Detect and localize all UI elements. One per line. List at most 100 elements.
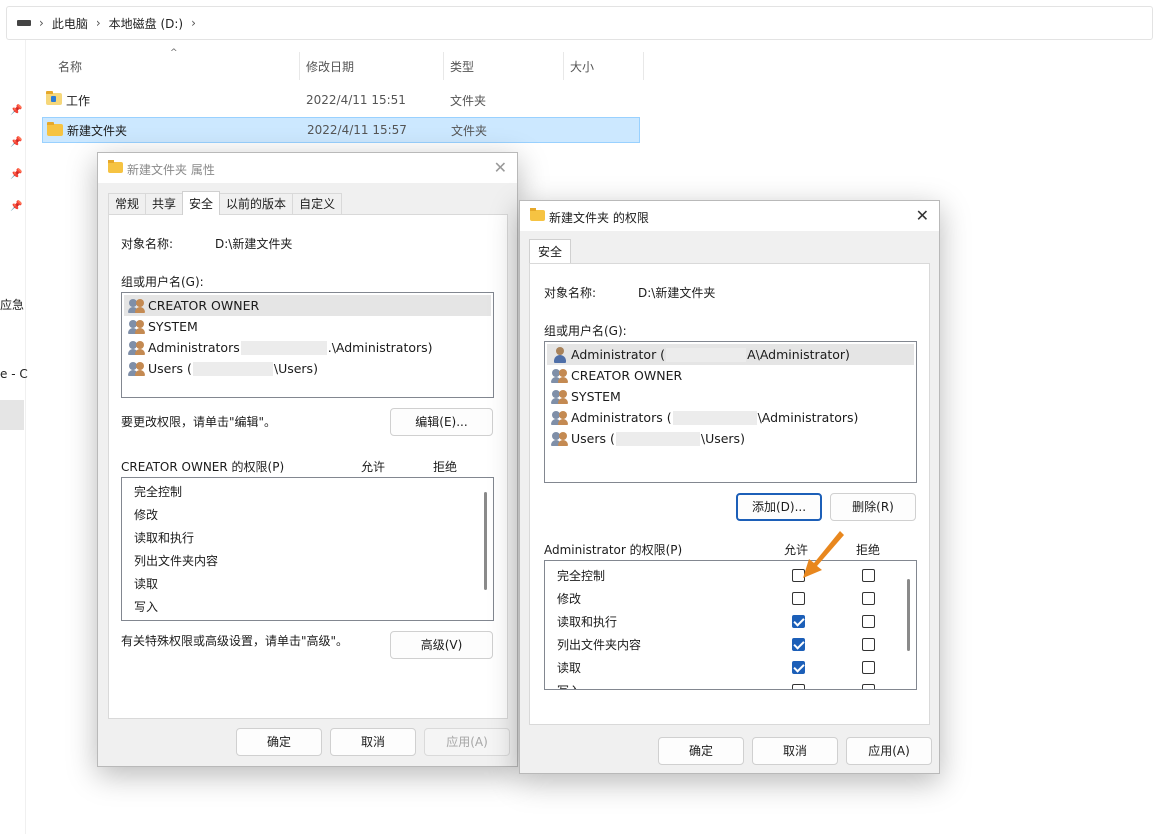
allow-checkbox-checked[interactable] xyxy=(792,615,805,628)
permission-name: 读取和执行 xyxy=(557,615,618,629)
file-row[interactable]: 工作 2022/4/11 15:51 文件夹 xyxy=(42,87,640,113)
edit-hint: 要更改权限，请单击"编辑"。 xyxy=(121,415,277,429)
permission-name: 完全控制 xyxy=(557,569,606,583)
file-type: 文件夹 xyxy=(450,93,487,108)
column-header-size[interactable]: 大小 xyxy=(562,52,644,80)
allow-checkbox[interactable] xyxy=(792,592,805,605)
pin-icon: 📌 xyxy=(10,169,23,180)
pin-icon: 📌 xyxy=(10,137,23,148)
user-name: CREATOR OWNER xyxy=(571,368,683,383)
permissions-label: Administrator 的权限(P) xyxy=(544,543,683,557)
properties-titlebar[interactable]: 新建文件夹 属性 ✕ xyxy=(98,153,517,183)
folder-icon xyxy=(108,160,123,173)
close-icon[interactable]: ✕ xyxy=(916,206,929,225)
close-icon[interactable]: ✕ xyxy=(494,158,507,177)
user-name: CREATOR OWNER xyxy=(148,298,260,313)
tab-customize[interactable]: 自定义 xyxy=(292,193,343,215)
object-name-label: 对象名称: xyxy=(544,286,597,300)
deny-checkbox[interactable] xyxy=(862,638,875,651)
ok-button[interactable]: 确定 xyxy=(658,737,744,765)
list-item[interactable]: Administrators ( \Administrators) xyxy=(547,407,914,428)
advanced-hint: 有关特殊权限或高级设置，请单击"高级"。 xyxy=(121,634,349,648)
permissions-list[interactable]: 完全控制 修改 读取和执行 列出文件夹内容 读取 写入 xyxy=(121,477,494,621)
tab-general[interactable]: 常规 xyxy=(108,193,147,215)
nav-item-fragment[interactable]: e - C xyxy=(0,367,28,381)
apply-button[interactable]: 应用(A) xyxy=(846,737,932,765)
list-item[interactable]: SYSTEM xyxy=(547,386,914,407)
column-header-name[interactable]: 名称 xyxy=(50,52,300,80)
user-name: SYSTEM xyxy=(571,389,621,404)
remove-button[interactable]: 删除(R) xyxy=(830,493,916,521)
annotation-arrow-icon xyxy=(803,531,844,578)
properties-dialog: 新建文件夹 属性 ✕ 常规 共享 安全 以前的版本 自定义 对象名称: D:\新… xyxy=(97,152,518,767)
permissions-titlebar[interactable]: 新建文件夹 的权限 ✕ xyxy=(520,201,939,231)
file-row-selected[interactable]: 新建文件夹 2022/4/11 15:57 文件夹 xyxy=(42,117,640,143)
ok-button[interactable]: 确定 xyxy=(236,728,322,756)
allow-checkbox-checked[interactable] xyxy=(792,638,805,651)
nav-item-selected[interactable] xyxy=(0,400,24,430)
list-item[interactable]: Users ( \Users) xyxy=(124,358,491,379)
users-list[interactable]: Administrator ( A\Administrator) CREATOR… xyxy=(544,341,917,483)
redacted-text xyxy=(672,410,757,425)
deny-checkbox[interactable] xyxy=(862,661,875,674)
advanced-button[interactable]: 高级(V) xyxy=(390,631,493,659)
list-item[interactable]: SYSTEM xyxy=(124,316,491,337)
user-group-icon xyxy=(551,368,569,384)
pin-icon: 📌 xyxy=(10,201,23,212)
column-header-type[interactable]: 类型 xyxy=(442,52,564,80)
tab-previous-versions[interactable]: 以前的版本 xyxy=(219,193,294,215)
user-name: Administrator ( xyxy=(571,347,666,362)
redacted-text xyxy=(666,347,747,362)
breadcrumb-this-pc[interactable]: 此电脑 xyxy=(52,15,88,32)
user-group-icon xyxy=(551,389,569,405)
folder-icon xyxy=(530,208,545,221)
tab-sharing[interactable]: 共享 xyxy=(145,193,184,215)
user-group-icon xyxy=(128,298,146,314)
redacted-text xyxy=(615,431,700,446)
file-type: 文件夹 xyxy=(451,123,488,138)
tab-security[interactable]: 安全 xyxy=(529,239,572,263)
deny-header: 拒绝 xyxy=(856,543,881,557)
list-item[interactable]: Users ( \Users) xyxy=(547,428,914,449)
cancel-button[interactable]: 取消 xyxy=(752,737,838,765)
deny-checkbox[interactable] xyxy=(862,592,875,605)
users-list[interactable]: CREATOR OWNER SYSTEM Administrators .\Ad… xyxy=(121,292,494,398)
permissions-tabs: 安全 xyxy=(529,239,572,263)
user-domain: A\Administrator) xyxy=(747,347,850,362)
breadcrumb-drive-d[interactable]: 本地磁盘 (D:) xyxy=(109,15,183,32)
user-name: Users ( xyxy=(148,361,192,376)
tab-security[interactable]: 安全 xyxy=(182,191,221,215)
list-item[interactable]: CREATOR OWNER xyxy=(547,365,914,386)
deny-header: 拒绝 xyxy=(433,460,458,474)
allow-checkbox[interactable] xyxy=(792,684,805,689)
scrollbar-thumb[interactable] xyxy=(907,579,910,651)
properties-tabs: 常规 共享 安全 以前的版本 自定义 xyxy=(108,191,343,215)
deny-checkbox[interactable] xyxy=(862,615,875,628)
edit-button[interactable]: 编辑(E)... xyxy=(390,408,493,436)
nav-item-fragment[interactable]: 应急 xyxy=(0,296,24,313)
user-domain: .\Administrators) xyxy=(327,340,433,355)
scrollbar-thumb[interactable] xyxy=(484,492,487,590)
add-button[interactable]: 添加(D)... xyxy=(736,493,822,521)
apply-button[interactable]: 应用(A) xyxy=(424,728,510,756)
object-name-label: 对象名称: xyxy=(121,237,174,251)
redacted-text xyxy=(240,340,327,355)
allow-checkbox-checked[interactable] xyxy=(792,661,805,674)
navigation-pane[interactable] xyxy=(0,40,26,834)
deny-checkbox[interactable] xyxy=(862,684,875,689)
list-item[interactable]: Administrators .\Administrators) xyxy=(124,337,491,358)
permissions-label: CREATOR OWNER 的权限(P) xyxy=(121,460,285,474)
list-item[interactable]: CREATOR OWNER xyxy=(124,295,491,316)
permissions-grid[interactable]: 完全控制 修改 读取和执行 列出文件夹内容 读取 写入 xyxy=(544,560,917,690)
user-name: Users ( xyxy=(571,431,615,446)
address-bar[interactable]: › 此电脑 › 本地磁盘 (D:) › xyxy=(6,6,1153,40)
list-item[interactable]: Administrator ( A\Administrator) xyxy=(547,344,914,365)
user-group-icon xyxy=(128,340,146,356)
object-name-value: D:\新建文件夹 xyxy=(215,237,293,251)
column-header-date[interactable]: 修改日期 xyxy=(298,52,444,80)
user-group-icon xyxy=(551,431,569,447)
object-name-value: D:\新建文件夹 xyxy=(638,286,716,300)
cancel-button[interactable]: 取消 xyxy=(330,728,416,756)
deny-checkbox[interactable] xyxy=(862,569,875,582)
permission-name: 修改 xyxy=(134,508,159,522)
